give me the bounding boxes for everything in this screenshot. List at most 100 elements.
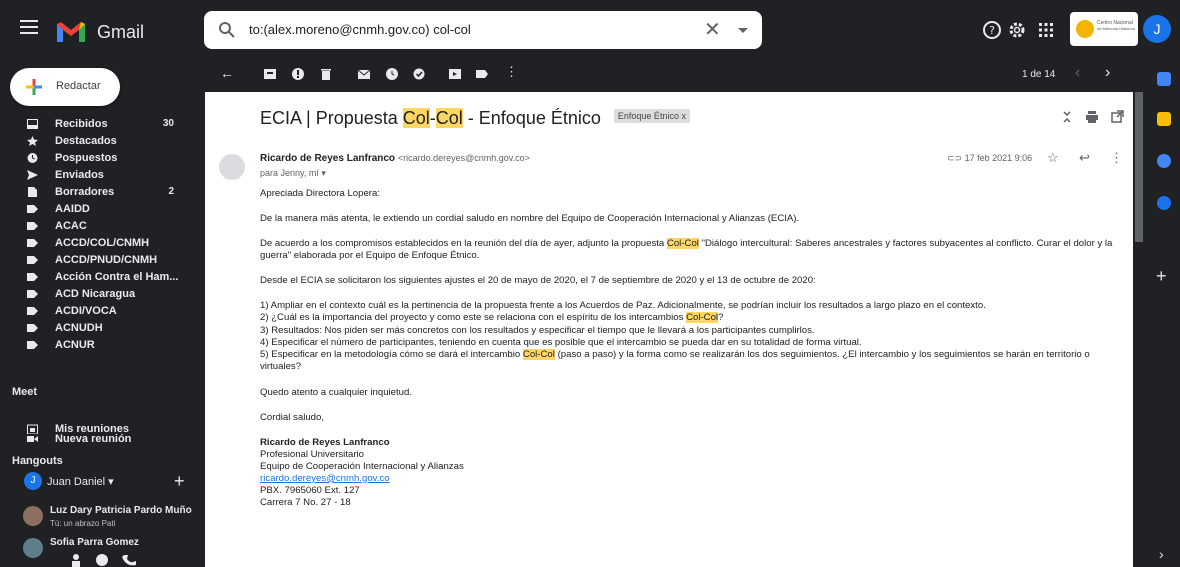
mark-unread-icon[interactable] xyxy=(357,67,371,81)
sidebar-item-aaidd[interactable]: AAIDD xyxy=(0,201,198,218)
my-meetings-row[interactable]: Mis reuniones xyxy=(0,420,198,438)
contact-item[interactable]: Luz Dary Patricia Pardo Muño Tú: un abra… xyxy=(18,503,198,531)
sidebar-item-acd-nicaragua[interactable]: ACD Nicaragua xyxy=(0,286,198,303)
label-icon xyxy=(27,222,38,230)
sidebar-item-label: Pospuestos xyxy=(55,152,118,164)
search-icon[interactable] xyxy=(218,21,236,39)
show-side-panel-icon[interactable]: › xyxy=(1159,546,1164,562)
back-arrow-icon[interactable]: ← xyxy=(220,65,234,81)
unread-count: 30 xyxy=(162,118,174,129)
help-icon[interactable]: ? xyxy=(982,20,1002,40)
compose-plus-icon xyxy=(26,79,42,95)
sidebar-item-acci-n-contra-el-ham[interactable]: Acción Contra el Ham... xyxy=(0,269,198,286)
search-input[interactable]: to:(alex.moreno@cnmh.gov.co) col-col xyxy=(249,22,471,37)
snooze-clock-icon[interactable] xyxy=(385,67,399,81)
message-more-icon[interactable]: ⋮ xyxy=(1110,150,1123,166)
chat-bubble-icon xyxy=(96,554,108,566)
app-brand[interactable]: Gmail xyxy=(97,22,144,43)
sidebar-item-label: ACNUR xyxy=(55,339,95,351)
add-task-icon[interactable] xyxy=(413,67,427,81)
message-panel: ECIA | Propuesta Col-Col - Enfoque Étnic… xyxy=(205,92,1133,567)
contacts-app-icon[interactable] xyxy=(1157,196,1171,210)
greeting: Apreciada Directora Lopera: xyxy=(260,188,380,199)
apps-grid-icon[interactable] xyxy=(1036,20,1056,40)
reply-icon[interactable]: ↩ xyxy=(1079,150,1090,166)
sidebar-item-label: ACD Nicaragua xyxy=(55,288,136,300)
label-icon xyxy=(27,290,38,298)
clock-icon xyxy=(27,153,38,163)
add-contact-icon[interactable]: + xyxy=(174,471,185,492)
list-item: 2) ¿Cuál es la importancia del proyecto … xyxy=(260,312,724,324)
star-icon xyxy=(27,136,38,146)
contact-avatar xyxy=(23,538,43,558)
label-chip[interactable]: Enfoque Étnico x xyxy=(613,109,690,124)
hangouts-user-avatar: J xyxy=(24,472,42,490)
list-item: 1) Ampliar en el contexto cuál es la per… xyxy=(260,300,986,311)
compose-button[interactable]: Redactar xyxy=(10,68,120,106)
sidebar-item-label: ACNUDH xyxy=(55,322,103,334)
label-icon xyxy=(27,307,38,315)
person-icon xyxy=(72,554,80,567)
sidebar-item-acnudh[interactable]: ACNUDH xyxy=(0,320,198,337)
sidebar-item-label: ACDI/VOCA xyxy=(55,305,117,317)
more-options-icon[interactable]: ⋮ xyxy=(505,64,519,79)
main-menu-icon[interactable] xyxy=(20,20,38,34)
message-body: Apreciada Directora Lopera: De la manera… xyxy=(260,188,1128,509)
scrollbar-thumb[interactable] xyxy=(1135,92,1143,242)
sidebar-item-acac[interactable]: ACAC xyxy=(0,218,198,235)
sidebar-item-pospuestos[interactable]: Pospuestos xyxy=(0,150,198,167)
add-addon-icon[interactable]: + xyxy=(1156,266,1167,287)
search-options-icon[interactable] xyxy=(738,28,748,33)
scrollbar[interactable] xyxy=(1133,92,1145,567)
report-spam-icon[interactable] xyxy=(291,67,305,81)
sidebar-item-accd-col-cnmh[interactable]: ACCD/COL/CNMH xyxy=(0,235,198,252)
pager-count: 1 de 14 xyxy=(1022,69,1056,80)
delete-trash-icon[interactable] xyxy=(319,67,333,81)
hangouts-user[interactable]: J Juan Daniel ▾ + xyxy=(24,471,194,492)
account-avatar[interactable]: J xyxy=(1143,15,1171,43)
hangouts-section-title: Hangouts xyxy=(12,455,63,467)
draft-icon xyxy=(28,187,37,197)
top-bar: Gmail to:(alex.moreno@cnmh.gov.co) col-c… xyxy=(0,0,1180,62)
star-icon[interactable]: ☆ xyxy=(1047,150,1059,166)
search-bar[interactable]: to:(alex.moreno@cnmh.gov.co) col-col ✕ xyxy=(204,11,762,49)
signature-email-link[interactable]: ricardo.dereyes@cnmh.gov.co xyxy=(260,473,390,484)
sidebar-item-accd-pnud-cnmh[interactable]: ACCD/PNUD/CNMH xyxy=(0,252,198,269)
clear-search-icon[interactable]: ✕ xyxy=(704,17,721,42)
open-new-window-icon[interactable] xyxy=(1110,110,1124,124)
label-icon xyxy=(27,256,38,264)
label-tag-icon[interactable] xyxy=(475,67,489,81)
archive-icon[interactable] xyxy=(263,67,277,81)
move-to-icon[interactable] xyxy=(448,67,462,81)
keep-app-icon[interactable] xyxy=(1157,112,1171,126)
sidebar-item-borradores[interactable]: Borradores 2 xyxy=(0,184,198,201)
hangouts-user-name[interactable]: Juan Daniel ▾ xyxy=(47,475,114,488)
sidebar-item-label: AAIDD xyxy=(55,203,90,215)
send-icon xyxy=(27,170,38,180)
sender-avatar[interactable] xyxy=(219,154,245,180)
sender-email: <ricardo.dereyes@cnmh.gov.co> xyxy=(397,153,530,163)
sidebar-item-recibidos[interactable]: Recibidos 30 xyxy=(0,116,198,133)
label-icon xyxy=(27,341,38,349)
sidebar-item-acdi-voca[interactable]: ACDI/VOCA xyxy=(0,303,198,320)
newer-chevron-icon[interactable]: ‹ xyxy=(1075,64,1080,82)
sidebar-item-label: ACCD/COL/CNMH xyxy=(55,237,150,249)
recipients[interactable]: para Jenny, mí ▾ xyxy=(260,168,326,179)
sidebar-item-destacados[interactable]: Destacados xyxy=(0,133,198,150)
inbox-icon xyxy=(27,119,38,129)
calendar-app-icon[interactable] xyxy=(1157,72,1171,86)
sidebar-item-label: ACAC xyxy=(55,220,87,232)
organization-logo[interactable]: Centro Nacional de Memoria Histórica xyxy=(1070,12,1138,46)
tasks-app-icon[interactable] xyxy=(1157,154,1171,168)
sidebar-item-acnur[interactable]: ACNUR xyxy=(0,337,198,354)
sidebar-item-enviados[interactable]: Enviados xyxy=(0,167,198,184)
gmail-logo-icon[interactable] xyxy=(55,20,87,44)
expand-collapse-icon[interactable] xyxy=(1060,110,1074,124)
print-icon[interactable] xyxy=(1085,110,1099,124)
paragraph: Quedo atento a cualquier inquietud. xyxy=(260,386,413,398)
hangouts-bottom-icons[interactable] xyxy=(70,553,150,567)
settings-gear-icon[interactable] xyxy=(1007,20,1027,40)
older-chevron-icon[interactable]: › xyxy=(1105,64,1110,82)
meet-section-title: Meet xyxy=(12,386,38,398)
contact-name: Luz Dary Patricia Pardo Muño xyxy=(50,505,192,516)
